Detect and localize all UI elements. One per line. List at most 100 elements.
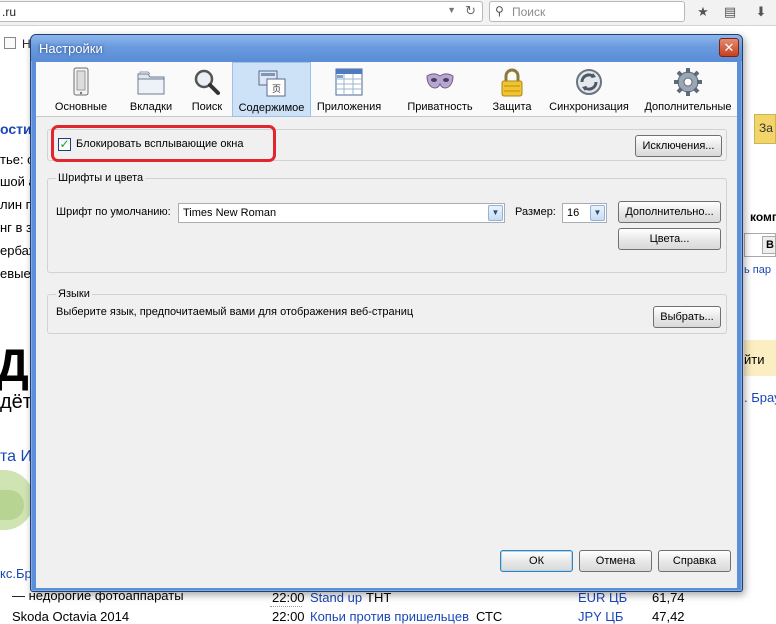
bg-big-letter: Д	[0, 339, 29, 391]
bg-row-rate: 61,74	[652, 590, 685, 605]
tab-applications[interactable]: Приложения	[313, 62, 385, 117]
bookmarks-list-icon[interactable]: ▤	[721, 3, 739, 21]
help-button[interactable]: Справка	[658, 550, 731, 572]
tab-label: Содержимое	[238, 102, 305, 114]
bg-row-text[interactable]: Skoda Octavia 2014	[12, 609, 129, 624]
bg-row-time: 22:00	[272, 590, 305, 605]
advanced-fonts-button-label: Дополнительно...	[625, 206, 714, 218]
default-font-label: Шрифт по умолчанию:	[56, 206, 171, 218]
bg-link[interactable]: . Брау	[744, 390, 776, 405]
bg-text: комп	[750, 210, 776, 224]
tab-search[interactable]: Поиск	[183, 62, 231, 117]
tab-label: Приложения	[316, 101, 382, 113]
address-text: .ru	[2, 5, 17, 19]
general-icon	[65, 66, 97, 98]
choose-language-button[interactable]: Выбрать...	[653, 306, 721, 328]
bg-text: лин п	[0, 197, 33, 212]
bg-row-channel: СТС	[476, 609, 503, 624]
tab-label: Вкладки	[129, 101, 173, 113]
chevron-down-icon[interactable]: ▼	[488, 205, 503, 221]
search-glass-icon: ⚲	[495, 4, 504, 18]
bg-row-channel: ТНТ	[366, 590, 392, 605]
exceptions-button-label: Исключения...	[642, 140, 715, 152]
advanced-fonts-button[interactable]: Дополнительно...	[618, 201, 721, 223]
bg-link[interactable]: ь пар	[744, 264, 771, 276]
font-size-label: Размер:	[515, 206, 556, 218]
cancel-button-label: Отмена	[595, 555, 636, 567]
tab-general[interactable]: Основные	[47, 62, 115, 117]
help-button-label: Справка	[672, 555, 717, 567]
bg-button[interactable]: В	[762, 236, 776, 254]
tab-tabs[interactable]: Вкладки	[120, 62, 182, 117]
tab-label: Поиск	[191, 101, 223, 113]
tab-sync[interactable]: Синхронизация	[545, 62, 633, 117]
colors-button[interactable]: Цвета...	[618, 228, 721, 250]
tab-advanced[interactable]: Дополнительные	[641, 62, 735, 117]
dialog-title: Настройки	[39, 41, 103, 56]
tab-privacy[interactable]: Приватность	[403, 62, 477, 117]
bg-subtitle: дёт	[0, 391, 32, 413]
address-bar[interactable]: .ru ▼ ↻	[0, 1, 483, 22]
ok-button-label: ОК	[529, 555, 544, 567]
bg-row-currency[interactable]: EUR ЦБ	[578, 590, 627, 605]
tab-label: Приватность	[407, 101, 473, 113]
bg-text: тье: с	[0, 152, 34, 167]
tab-label: Синхронизация	[549, 101, 629, 113]
font-size-select[interactable]: 16 ▼	[562, 203, 607, 223]
bg-row-rate: 47,42	[652, 609, 685, 624]
search-placeholder: Поиск	[512, 5, 546, 19]
chevron-down-icon[interactable]: ▼	[590, 205, 605, 221]
download-icon[interactable]: ⬇	[752, 3, 770, 21]
reload-icon[interactable]: ↻	[465, 3, 476, 19]
languages-description: Выберите язык, предпочитаемый вами для о…	[56, 306, 414, 318]
bg-text: евые	[0, 266, 31, 281]
tab-content[interactable]: 页 Содержимое	[232, 62, 311, 117]
annotation-highlight-box	[51, 125, 276, 162]
bg-heading[interactable]: ости	[0, 121, 32, 137]
default-font-select[interactable]: Times New Roman ▼	[178, 203, 505, 223]
tab-label: Основные	[54, 101, 108, 113]
gear-icon	[672, 66, 704, 98]
bg-button[interactable]: За	[754, 114, 776, 144]
languages-group: Языки Выберите язык, предпочитаемый вами…	[47, 288, 727, 334]
default-font-value: Times New Roman	[183, 207, 277, 219]
search-input[interactable]: ⚲ Поиск	[489, 1, 685, 22]
colors-button-label: Цвета...	[649, 233, 690, 245]
tab-label: Дополнительные	[644, 101, 732, 113]
preferences-pane-toolbar: Основные Вкладки Поиск 页 Содержимое Прил…	[36, 62, 737, 117]
group-title: Языки	[56, 288, 92, 300]
bg-row-time: 22:00	[272, 609, 305, 624]
cancel-button[interactable]: Отмена	[579, 550, 652, 572]
tab-label: Защита	[492, 101, 532, 113]
privacy-mask-icon	[424, 66, 456, 98]
browser-toolbar: .ru ▼ ↻ ⚲ Поиск ★ ▤ ⬇	[0, 0, 776, 26]
fonts-colors-group: Шрифты и цвета Шрифт по умолчанию: Times…	[47, 172, 727, 273]
font-size-value: 16	[567, 207, 580, 219]
bookmark-item-icon[interactable]	[4, 37, 16, 49]
tab-security[interactable]: Защита	[487, 62, 537, 117]
ok-button[interactable]: ОК	[500, 550, 573, 572]
sync-icon	[573, 66, 605, 98]
bg-text: нг в з	[0, 220, 33, 235]
exceptions-button[interactable]: Исключения...	[635, 135, 722, 157]
padlock-icon	[496, 66, 528, 98]
close-button[interactable]: ✕	[719, 38, 739, 57]
bookmark-star-icon[interactable]: ★	[694, 3, 712, 21]
applications-icon	[333, 66, 365, 98]
search-icon	[191, 66, 223, 98]
bg-link[interactable]: кс.Бр	[0, 566, 32, 581]
bg-text: йти	[744, 352, 765, 367]
bg-row-show[interactable]: Копьи против пришельцев	[310, 609, 469, 624]
bg-link[interactable]: та И	[0, 448, 32, 466]
settings-dialog: Настройки ✕ Основные Вкладки Поиск 页 Сод…	[30, 34, 743, 592]
bg-row-show[interactable]: Stand up	[310, 590, 362, 605]
tabs-icon	[135, 66, 167, 98]
group-title: Шрифты и цвета	[56, 172, 146, 184]
content-icon: 页	[256, 67, 288, 99]
chevron-down-icon[interactable]: ▼	[447, 5, 456, 15]
choose-language-button-label: Выбрать...	[660, 311, 714, 323]
bg-row-currency[interactable]: JPY ЦБ	[578, 609, 623, 624]
dialog-content: Основные Вкладки Поиск 页 Содержимое Прил…	[36, 62, 737, 588]
dialog-titlebar[interactable]: Настройки ✕	[31, 35, 742, 61]
svg-text:页: 页	[272, 84, 281, 95]
